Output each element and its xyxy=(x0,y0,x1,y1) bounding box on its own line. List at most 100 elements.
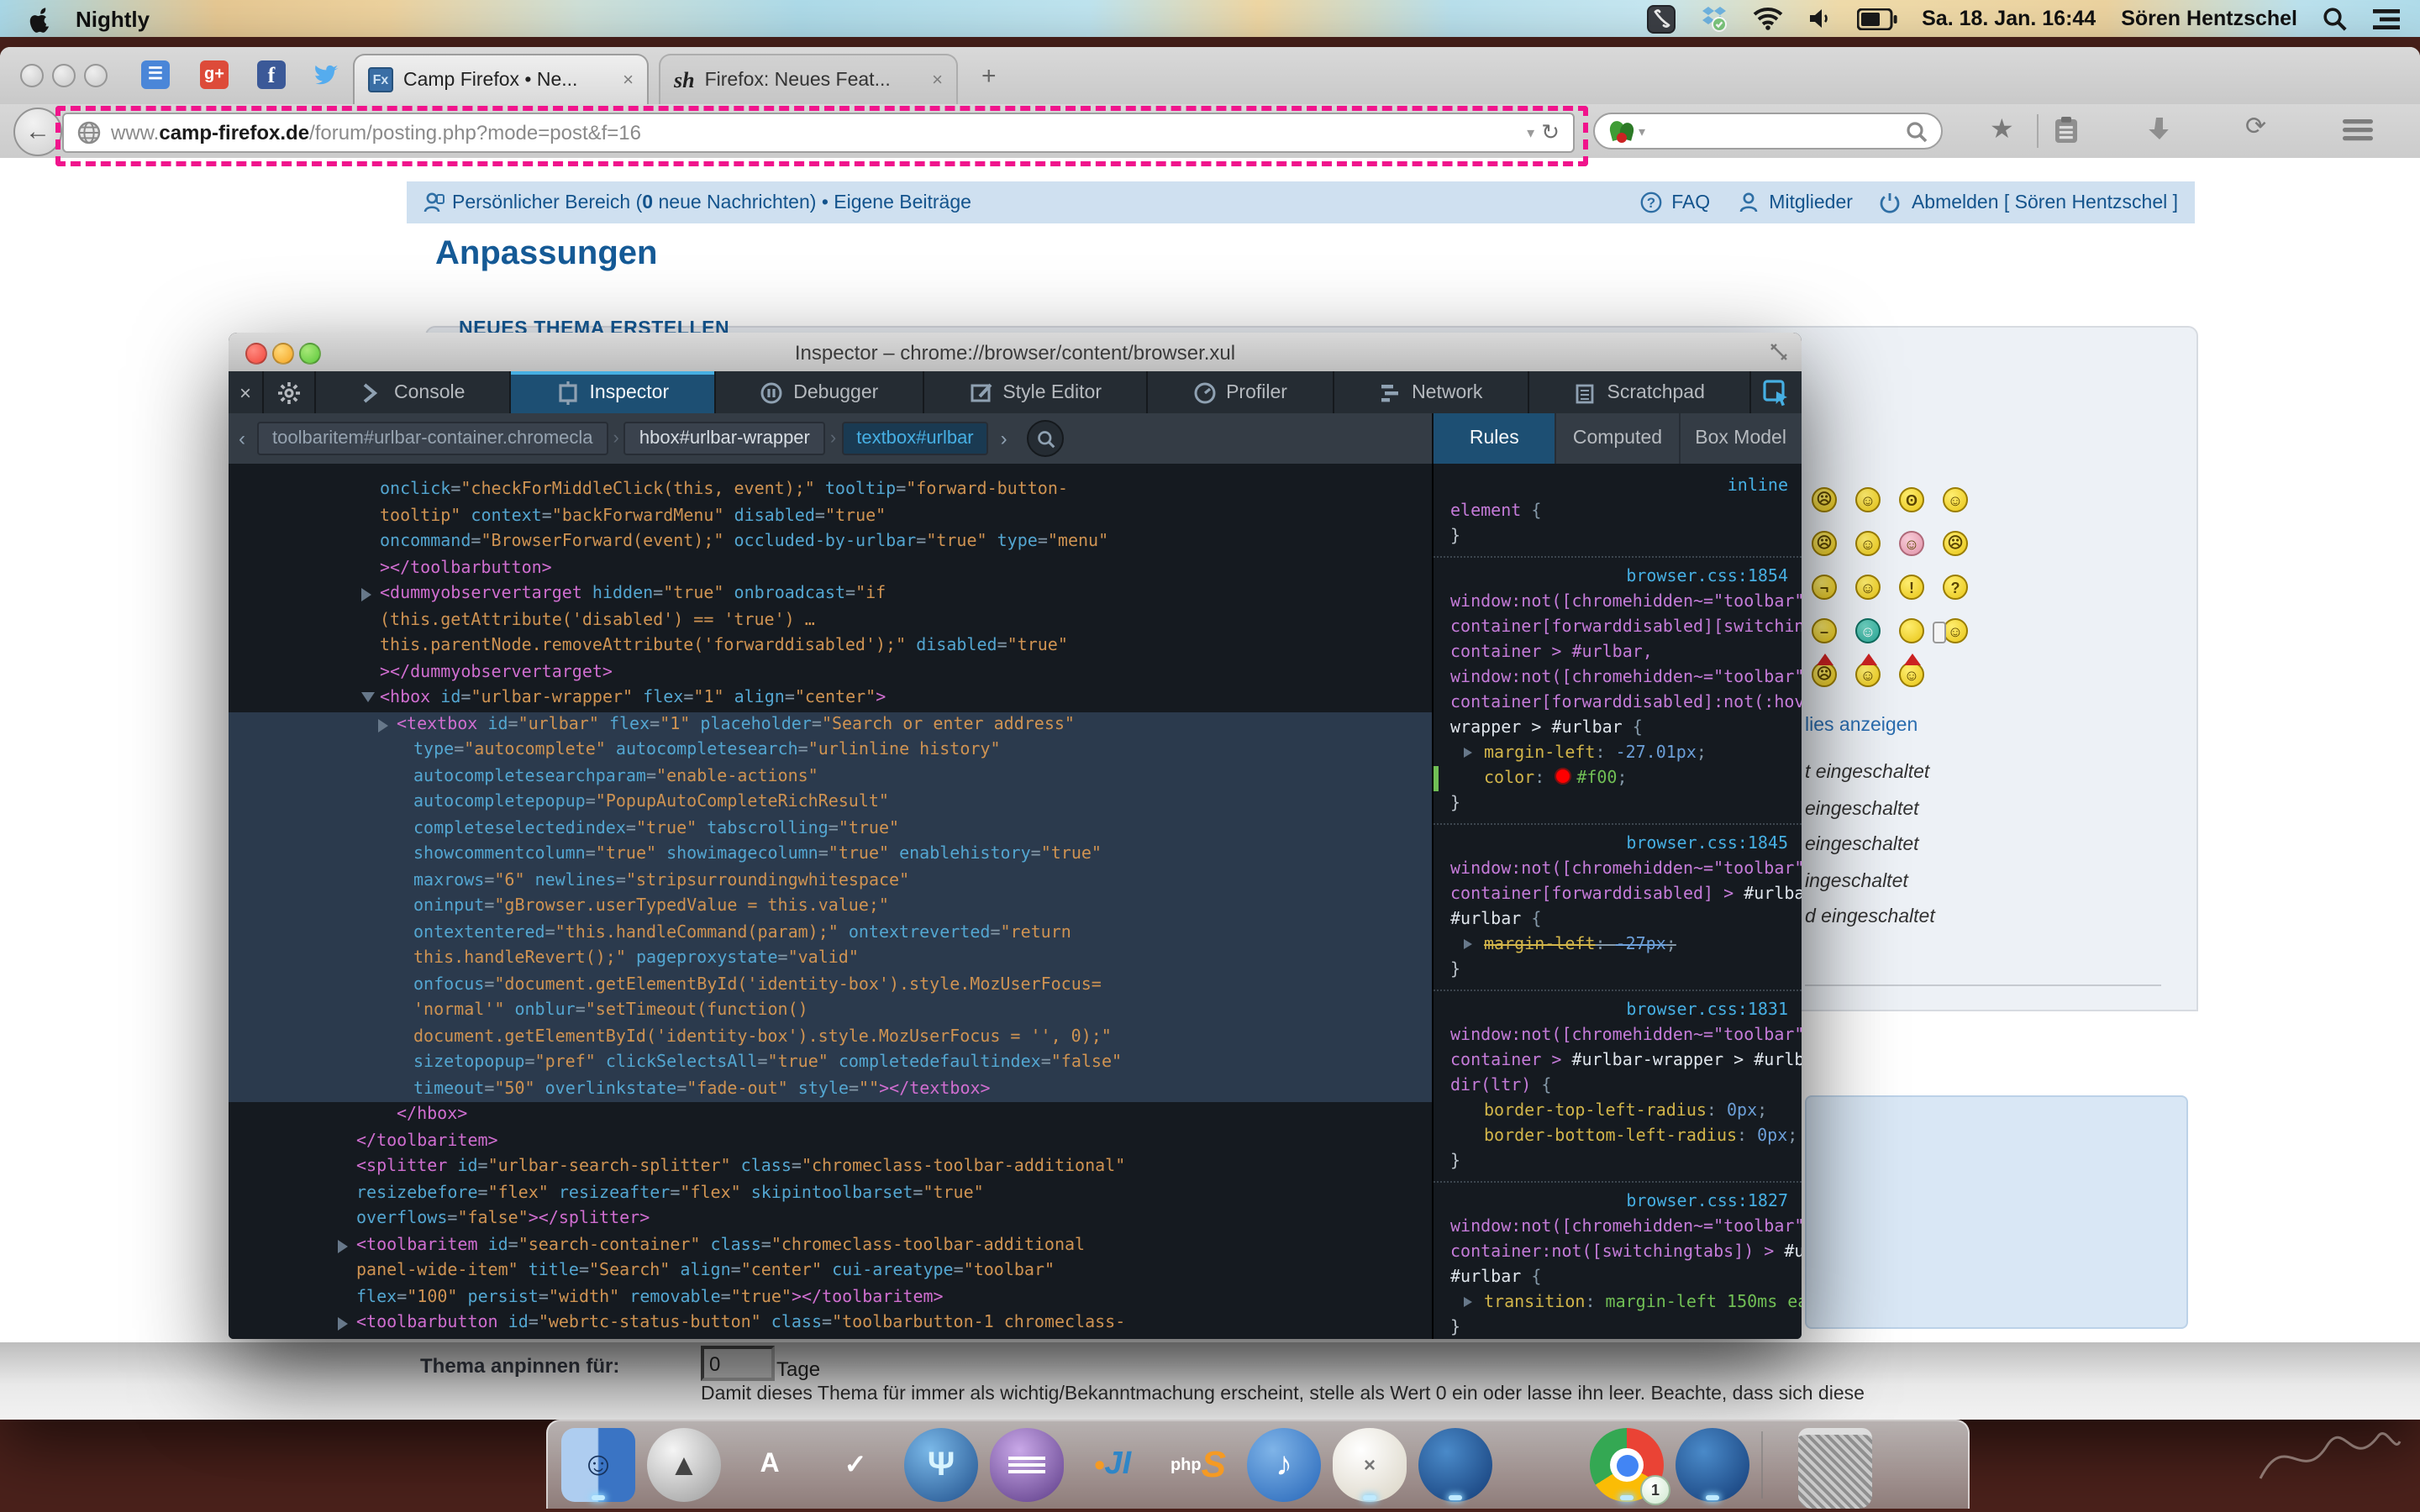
markup-line[interactable]: document.getElementById('identity-box').… xyxy=(229,1024,1432,1050)
menubar-app-name[interactable]: Nightly xyxy=(76,6,150,31)
devtools-resize-icon[interactable] xyxy=(1770,343,1788,361)
logout-link[interactable]: Abmelden [ Sören Hentzschel ] xyxy=(1912,192,2178,213)
markup-line[interactable]: </hbox> xyxy=(229,1102,1432,1128)
dock-icon-nightly-globe[interactable] xyxy=(1418,1428,1492,1502)
color-swatch[interactable] xyxy=(1555,768,1571,785)
menubar-username[interactable]: Sören Hentzschel xyxy=(2121,7,2297,30)
rule-property[interactable]: margin-left: -27.01px; xyxy=(1434,741,1802,766)
expand-arrow-icon[interactable] xyxy=(361,588,371,601)
pinned-tab-twitter[interactable] xyxy=(313,60,341,89)
breadcrumb-item[interactable]: textbox#urlbar xyxy=(841,422,988,455)
markup-search-icon[interactable] xyxy=(1028,420,1065,457)
markup-line[interactable]: 'normal'" onblur="setTimeout(function() xyxy=(229,998,1432,1024)
markup-line[interactable]: overflows="false"></splitter> xyxy=(229,1206,1432,1232)
markup-line[interactable]: type="autocomplete" autocompletesearch="… xyxy=(229,738,1432,764)
markup-line[interactable]: ></dummyobservertarget> xyxy=(229,659,1432,685)
stylesheet-link[interactable]: browser.css:1845 xyxy=(1626,832,1788,857)
smiley-grin-icon[interactable]: ☺ xyxy=(1855,487,1881,512)
smiley-mrgreen-icon[interactable]: ☺ xyxy=(1855,618,1881,643)
tool-tab-profiler[interactable]: Profiler xyxy=(1148,371,1334,413)
dock-icon-intellij[interactable]: •JI xyxy=(1076,1428,1150,1502)
pinned-tab-notes[interactable]: ☰ xyxy=(141,60,170,89)
markup-line[interactable]: ontextentered="this.handleCommand(param)… xyxy=(229,920,1432,946)
markup-line[interactable]: <toolbaritem id="search-container" class… xyxy=(229,1232,1432,1258)
rule-property[interactable]: border-top-left-radius: 0px; xyxy=(1434,1099,1802,1124)
smiley-mad-icon[interactable]: ☹ xyxy=(1812,531,1837,556)
reload-icon[interactable]: ↻ xyxy=(1541,119,1573,146)
markup-line[interactable]: <dummyobservertarget hidden="true" onbro… xyxy=(229,581,1432,607)
members-link[interactable]: Mitglieder xyxy=(1769,192,1853,213)
window-zoom-button[interactable] xyxy=(84,64,108,87)
rule-property[interactable]: transition: margin-left 150ms ease-out 0… xyxy=(1434,1290,1802,1315)
markup-line[interactable]: </toolbaritem> xyxy=(229,1128,1432,1154)
devtools-titlebar[interactable]: Inspector – chrome://browser/content/bro… xyxy=(229,333,1802,373)
breadcrumb-item[interactable]: toolbaritem#urlbar-container.chromecla xyxy=(257,422,608,455)
devtools-minimize-button[interactable] xyxy=(272,343,294,365)
markup-line[interactable]: panel-wide-item" title="Search" align="c… xyxy=(229,1258,1432,1284)
markup-line[interactable]: this.handleRevert();" pageproxystate="va… xyxy=(229,946,1432,972)
tool-tab-console[interactable]: Console xyxy=(316,371,512,413)
phone-app-menu-icon[interactable] xyxy=(1646,4,1675,33)
smiley-santa2-icon[interactable]: ☺ xyxy=(1855,662,1881,687)
markup-line[interactable]: sizetopopup="pref" clickSelectsAll="true… xyxy=(229,1050,1432,1076)
dock-icon-eclipse[interactable] xyxy=(990,1428,1064,1502)
breadcrumb-item[interactable]: hbox#urlbar-wrapper xyxy=(624,422,825,455)
dock-icon-itunes[interactable]: ♪ xyxy=(1247,1428,1321,1502)
smiley-question-icon[interactable]: ? xyxy=(1943,575,1968,600)
window-minimize-button[interactable] xyxy=(52,64,76,87)
smiley-frown-icon[interactable]: ☹ xyxy=(1812,487,1837,512)
smiley-thumb-icon[interactable]: ☺ xyxy=(1943,618,1968,643)
dropbox-menu-icon[interactable] xyxy=(1700,5,1727,32)
stylesheet-link[interactable]: browser.css:1854 xyxy=(1626,564,1788,590)
tool-tab-inspector[interactable]: Inspector xyxy=(512,371,716,413)
menubar-clock[interactable]: Sa. 18. Jan. 16:44 xyxy=(1922,7,2096,30)
tool-tab-style-editor[interactable]: Style Editor xyxy=(924,371,1148,413)
smiley-smile-icon[interactable]: ☺ xyxy=(1943,487,1968,512)
back-button[interactable]: ← xyxy=(13,108,62,156)
tool-tab-network[interactable]: Network xyxy=(1334,371,1528,413)
search-field[interactable]: ▾ xyxy=(1593,113,1943,150)
sidebar-tab-rules[interactable]: Rules xyxy=(1434,413,1557,464)
breadcrumb-back-icon[interactable]: ‹ xyxy=(229,427,255,450)
smiley-neutral-icon[interactable]: – xyxy=(1812,618,1837,643)
dock-icon-phpstorm[interactable]: phpS xyxy=(1161,1428,1235,1502)
stylesheet-link[interactable]: inline xyxy=(1728,474,1788,499)
stylesheet-link[interactable]: browser.css:1827 xyxy=(1626,1189,1788,1215)
pinned-tab-facebook[interactable]: f xyxy=(257,60,286,89)
pick-element-icon[interactable] xyxy=(1751,371,1802,413)
tool-tab-scratchpad[interactable]: Scratchpad xyxy=(1529,371,1751,413)
rule-property[interactable]: border-bottom-left-radius: 0px; xyxy=(1434,1124,1802,1149)
search-engine-dropdown-icon[interactable]: ▾ xyxy=(1639,123,1645,139)
dock-icon-lenses[interactable] xyxy=(1504,1428,1578,1502)
volume-menu-icon[interactable] xyxy=(1807,7,1831,30)
smiley-point-icon[interactable] xyxy=(1899,618,1924,643)
smiley-santa3-icon[interactable]: ☺ xyxy=(1899,662,1924,687)
dock-icon-sourcetree[interactable]: Ψ xyxy=(904,1428,978,1502)
smiley-cry-icon[interactable]: ☹ xyxy=(1943,531,1968,556)
markup-line[interactable]: completeselectedindex="true" tabscrollin… xyxy=(229,816,1432,842)
markup-line[interactable]: oninput="gBrowser.userTypedValue = this.… xyxy=(229,894,1432,920)
notification-center-icon[interactable] xyxy=(2373,8,2400,29)
tab-close-icon[interactable]: × xyxy=(918,70,943,90)
search-magnifier-icon[interactable] xyxy=(1906,120,1928,142)
dock-icon-chrome[interactable]: 1 xyxy=(1590,1428,1664,1502)
new-tab-button[interactable]: + xyxy=(981,62,997,91)
markup-line[interactable]: <toolbarbutton id="webrtc-status-button"… xyxy=(229,1310,1432,1336)
markup-line[interactable]: onclick="checkForMiddleClick(this, event… xyxy=(229,477,1432,503)
apple-menu-icon[interactable] xyxy=(27,4,52,33)
smiley-wink-icon[interactable]: ☺ xyxy=(1855,575,1881,600)
battery-menu-icon[interactable] xyxy=(1856,8,1897,29)
window-close-button[interactable] xyxy=(20,64,44,87)
dock-icon-pencil-cup[interactable]: ✓ xyxy=(818,1428,892,1502)
stylesheet-link[interactable]: browser.css:1831 xyxy=(1626,998,1788,1023)
collapse-arrow-icon[interactable] xyxy=(361,692,375,702)
dock-icon-launchpad[interactable]: ▲ xyxy=(647,1428,721,1502)
expand-arrow-icon[interactable] xyxy=(338,1317,348,1331)
urlbar-input[interactable]: www.camp-firefox.de/forum/posting.php?mo… xyxy=(62,113,1575,153)
urlbar-dropdown-icon[interactable]: ▾ xyxy=(1520,123,1541,142)
sync-icon[interactable]: ⟳ xyxy=(2245,111,2266,141)
markup-line[interactable]: maxrows="6" newlines="stripsurroundingwh… xyxy=(229,868,1432,894)
expand-arrow-icon[interactable] xyxy=(378,718,388,732)
devtools-close-icon[interactable]: × xyxy=(229,371,264,413)
pinned-tab-googleplus[interactable]: g+ xyxy=(200,60,229,89)
